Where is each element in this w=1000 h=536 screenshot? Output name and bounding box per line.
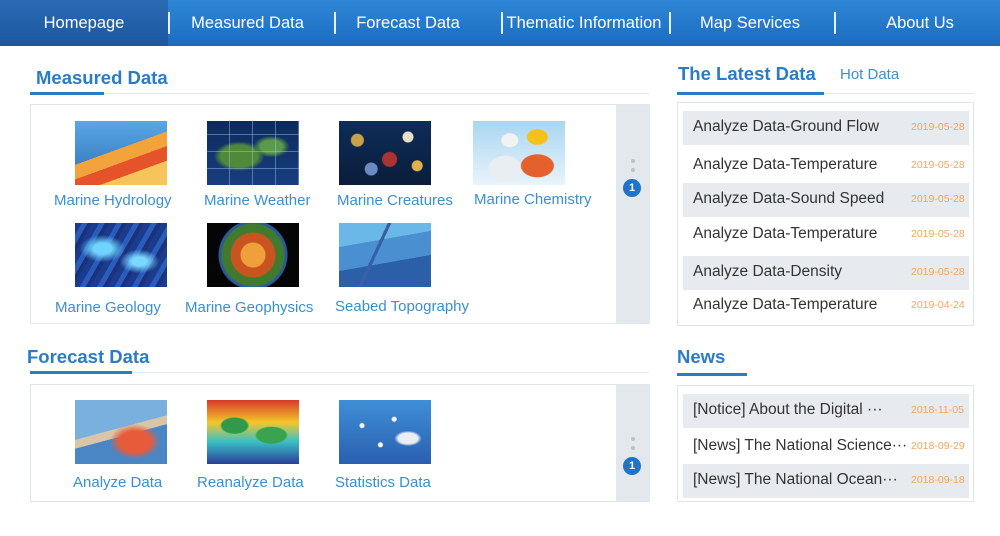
nav-item-measured-data[interactable]: Measured Data — [175, 0, 320, 46]
item-date: 2019-05-28 — [911, 266, 965, 278]
nav-separator — [168, 12, 170, 34]
list-item[interactable]: Analyze Data-Temperature 2019-05-28 — [683, 218, 969, 252]
tile-label: Reanalyze Data — [197, 474, 304, 491]
coral-reef-fish-image — [339, 121, 431, 185]
tab-underline — [677, 92, 824, 95]
heading-rule — [132, 372, 649, 373]
tile-label: Statistics Data — [335, 474, 431, 491]
item-date: 2019-05-28 — [911, 159, 965, 171]
heading-rule — [104, 93, 649, 94]
tile-seabed-topography[interactable]: Seabed Topography — [331, 215, 491, 323]
nav-item-forecast-data[interactable]: Forecast Data — [338, 0, 478, 46]
item-date: 2018-09-29 — [911, 440, 965, 452]
seabed-terrain-image — [339, 223, 431, 287]
list-item[interactable]: [Notice] About the Digital ··· 2018-11-0… — [683, 394, 969, 428]
nav-separator — [834, 12, 836, 34]
tile-marine-chemistry[interactable]: Marine Chemistry — [471, 105, 611, 215]
nav-separator — [669, 12, 671, 34]
heading-underline — [30, 92, 104, 95]
list-item[interactable]: [News] The National Ocean··· 2018-09-18 — [683, 464, 969, 498]
tile-marine-weather[interactable]: Marine Weather — [186, 105, 336, 215]
pagination-sidebar: 1 — [616, 105, 650, 323]
pagination-sidebar: 1 — [616, 385, 650, 501]
item-title: Analyze Data-Ground Flow — [693, 118, 880, 135]
tile-statistics-data[interactable]: Statistics Data — [331, 385, 471, 495]
page-number-badge[interactable]: 1 — [623, 179, 641, 197]
coastal-current-image — [75, 400, 167, 464]
tile-label: Analyze Data — [73, 474, 163, 491]
item-title: [News] The National Science··· — [693, 437, 908, 454]
nav-item-map-services[interactable]: Map Services — [680, 0, 820, 46]
tile-marine-geology[interactable]: Marine Geology — [31, 215, 181, 323]
item-date: 2019-05-28 — [911, 228, 965, 240]
nav-item-thematic-information[interactable]: Thematic Information — [500, 0, 668, 46]
item-title: Analyze Data-Temperature — [693, 296, 878, 313]
list-item[interactable]: [News] The National Science··· 2018-09-2… — [683, 430, 969, 464]
item-date: 2018-11-05 — [911, 404, 964, 416]
item-title: Analyze Data-Sound Speed — [693, 190, 885, 207]
pagination-dot — [631, 446, 635, 450]
earth-core-globe-image — [207, 223, 299, 287]
pagination-dot — [631, 168, 635, 172]
scientists-sampling-image — [473, 121, 565, 185]
item-date: 2019-05-28 — [911, 121, 965, 133]
tile-label: Marine Weather — [204, 192, 311, 209]
tile-label: Marine Creatures — [337, 192, 453, 209]
list-item[interactable]: Analyze Data-Temperature 2019-04-24 — [683, 289, 969, 323]
nav-item-about-us[interactable]: About Us — [855, 0, 985, 46]
list-item[interactable]: Analyze Data-Density 2019-05-28 — [683, 256, 969, 290]
news-heading: News — [677, 346, 726, 367]
ocean-satellite-image — [339, 400, 431, 464]
item-title: Analyze Data-Density — [693, 263, 843, 280]
item-date: 2018-09-18 — [911, 474, 965, 486]
forecast-data-panel: 1 Analyze Data Reanalyze Data Statistics… — [30, 384, 650, 502]
item-date: 2019-04-24 — [911, 299, 965, 311]
list-item[interactable]: Analyze Data-Sound Speed 2019-05-28 — [683, 183, 969, 217]
seafloor-relief-map-image — [75, 223, 167, 287]
measured-data-panel: 1 Marine Hydrology Marine Weather Marine… — [30, 104, 650, 324]
tab-the-latest-data[interactable]: The Latest Data — [678, 63, 816, 85]
top-navigation-bar: Homepage Measured Data Forecast Data The… — [0, 0, 1000, 46]
nav-separator — [334, 12, 336, 34]
tile-label: Marine Chemistry — [474, 191, 592, 208]
tile-label: Seabed Topography — [335, 298, 470, 315]
tile-label: Marine Geophysics — [185, 299, 314, 316]
global-temperature-map-image — [207, 400, 299, 464]
list-item[interactable]: Analyze Data-Ground Flow 2019-05-28 — [683, 111, 969, 145]
measured-data-heading: Measured Data — [36, 67, 168, 88]
heading-underline — [30, 371, 132, 374]
tile-reanalyze-data[interactable]: Reanalyze Data — [186, 385, 336, 495]
item-title: [Notice] About the Digital ··· — [693, 401, 883, 418]
item-title: Analyze Data-Temperature — [693, 225, 878, 242]
item-date: 2019-05-28 — [911, 193, 965, 205]
tab-rule — [824, 93, 974, 94]
tile-label: Marine Geology — [55, 299, 161, 316]
tile-marine-geophysics[interactable]: Marine Geophysics — [181, 215, 336, 323]
tile-marine-hydrology[interactable]: Marine Hydrology — [31, 105, 181, 215]
ocean-cross-section-image — [75, 121, 167, 185]
forecast-data-heading: Forecast Data — [27, 346, 150, 367]
tile-label: Marine Hydrology — [54, 192, 172, 209]
item-title: Analyze Data-Temperature — [693, 156, 878, 173]
item-title: [News] The National Ocean··· — [693, 471, 898, 488]
tile-analyze-data[interactable]: Analyze Data — [31, 385, 181, 495]
heading-underline — [677, 373, 747, 376]
nav-item-homepage[interactable]: Homepage — [0, 0, 168, 46]
page-number-badge[interactable]: 1 — [623, 457, 641, 475]
weather-satellite-map-image — [207, 121, 299, 185]
pagination-dot — [631, 159, 635, 163]
list-item[interactable]: Analyze Data-Temperature 2019-05-28 — [683, 149, 969, 183]
latest-data-panel: Analyze Data-Ground Flow 2019-05-28 Anal… — [677, 102, 974, 326]
pagination-dot — [631, 437, 635, 441]
news-panel: [Notice] About the Digital ··· 2018-11-0… — [677, 385, 974, 502]
tile-marine-creatures[interactable]: Marine Creatures — [331, 105, 471, 215]
tab-hot-data[interactable]: Hot Data — [840, 66, 899, 83]
